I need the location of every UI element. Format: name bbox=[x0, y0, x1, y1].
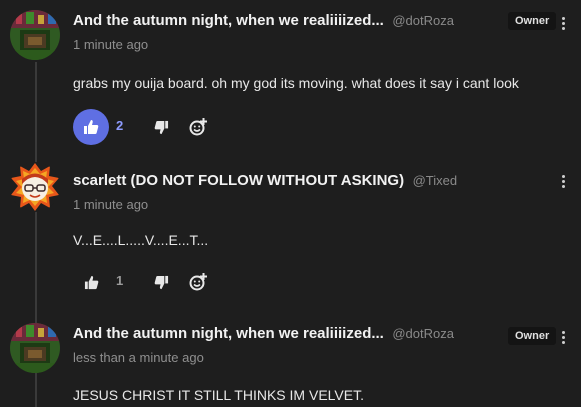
dislike-button[interactable] bbox=[149, 115, 173, 139]
comment-thread: And the autumn night, when we realiiiize… bbox=[0, 0, 581, 407]
avatar[interactable] bbox=[10, 323, 60, 373]
add-emoji-icon bbox=[188, 117, 208, 137]
author-name[interactable]: And the autumn night, when we realiiiize… bbox=[73, 325, 384, 342]
avatar[interactable] bbox=[10, 162, 60, 212]
add-reaction-button[interactable] bbox=[186, 115, 210, 139]
like-button[interactable] bbox=[73, 109, 109, 145]
like-button[interactable] bbox=[73, 264, 109, 300]
thumbs-up-icon bbox=[83, 119, 99, 135]
comment-header: scarlett (DO NOT FOLLOW WITHOUT ASKING) … bbox=[73, 172, 457, 190]
avatar[interactable] bbox=[10, 10, 60, 60]
like-count: 1 bbox=[116, 273, 124, 288]
comment-text: grabs my ouija board. oh my god its movi… bbox=[73, 75, 519, 91]
owner-badge: Owner bbox=[508, 327, 557, 345]
thumbs-down-icon bbox=[154, 120, 169, 135]
timestamp: 1 minute ago bbox=[73, 37, 149, 52]
like-count: 2 bbox=[116, 118, 124, 133]
comment-text: V...E....L.....V....E...T... bbox=[73, 232, 209, 248]
comment-text: JESUS CHRIST IT STILL THINKS IM VELVET. bbox=[73, 387, 364, 403]
author-handle[interactable]: @dotRoza bbox=[392, 326, 454, 341]
kebab-menu-icon[interactable] bbox=[558, 329, 568, 349]
owner-badge: Owner bbox=[508, 12, 557, 30]
author-name[interactable]: And the autumn night, when we realiiiize… bbox=[73, 12, 384, 29]
author-handle[interactable]: @Tixed bbox=[413, 173, 458, 188]
add-emoji-icon bbox=[188, 272, 208, 292]
thumbs-down-icon bbox=[154, 275, 169, 290]
dislike-button[interactable] bbox=[149, 270, 173, 294]
timestamp: 1 minute ago bbox=[73, 197, 149, 212]
author-handle[interactable]: @dotRoza bbox=[392, 13, 454, 28]
comment-header: And the autumn night, when we realiiiize… bbox=[73, 12, 454, 30]
kebab-menu-icon[interactable] bbox=[558, 15, 568, 35]
add-reaction-button[interactable] bbox=[186, 270, 210, 294]
thumbs-up-icon bbox=[84, 275, 99, 290]
author-name[interactable]: scarlett (DO NOT FOLLOW WITHOUT ASKING) bbox=[73, 172, 404, 189]
timestamp: less than a minute ago bbox=[73, 350, 204, 365]
comment-header: And the autumn night, when we realiiiize… bbox=[73, 325, 454, 343]
kebab-menu-icon[interactable] bbox=[558, 173, 568, 193]
